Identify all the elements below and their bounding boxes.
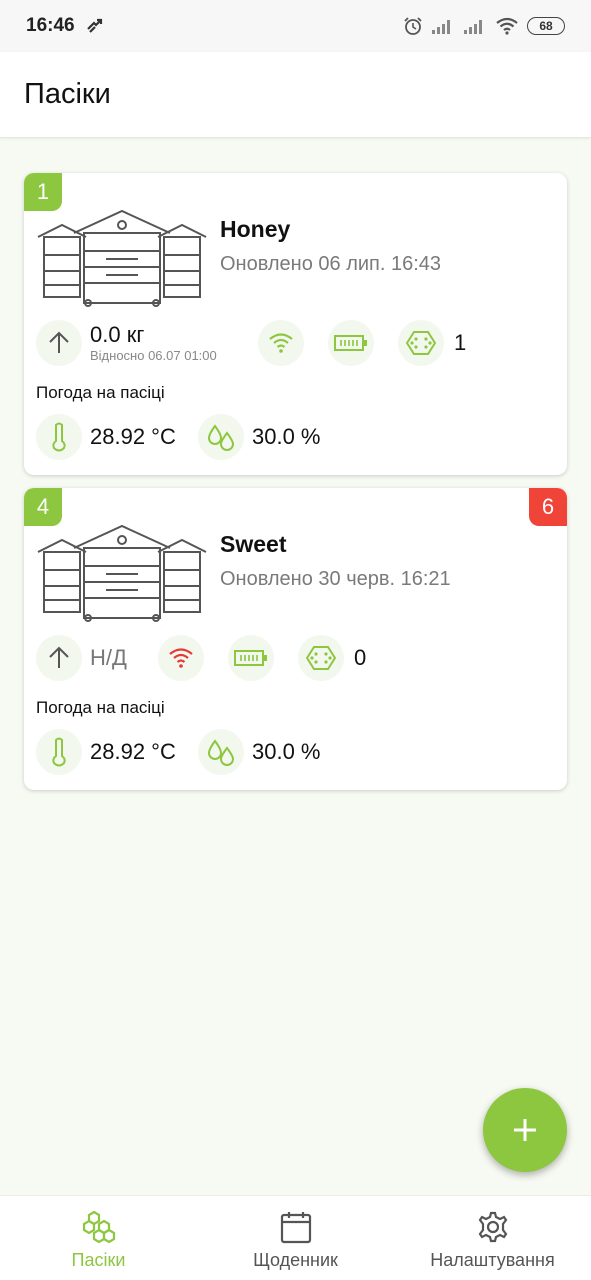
- thermometer-icon: [36, 414, 82, 460]
- nav-label: Пасіки: [71, 1250, 126, 1270]
- battery-status-icon: [228, 635, 274, 681]
- nav-settings[interactable]: Налаштування: [394, 1196, 591, 1280]
- apiary-updated-time: Оновлено 06 лип. 16:43: [220, 253, 442, 275]
- humidity-value: 30.0 %: [252, 739, 321, 764]
- hive-count: 0: [354, 645, 367, 670]
- temperature-value: 28.92 °C: [90, 739, 176, 764]
- weight-value: Н/Д: [90, 645, 127, 670]
- plus-icon: [514, 1119, 536, 1141]
- signal-icon-2: [464, 20, 482, 34]
- weight-change-icon: [36, 320, 82, 366]
- wifi-error-icon: [158, 635, 204, 681]
- bottom-navigation: Пасіки Щоденник Налаштування: [0, 1195, 591, 1280]
- apiary-metrics-row: Н/Д 0: [36, 634, 555, 682]
- weather-row: 28.92 °C 30.0 %: [36, 728, 555, 776]
- thermometer-icon: [36, 729, 82, 775]
- alert-count-badge: 6: [529, 488, 567, 526]
- hive-count: 1: [454, 330, 467, 355]
- nav-label: Щоденник: [253, 1250, 338, 1270]
- battery-indicator: 68: [527, 17, 565, 35]
- hive-count-icon: [298, 635, 344, 681]
- weight-change-icon: [36, 635, 82, 681]
- apiary-number-badge: 4: [24, 488, 62, 526]
- app-bar: Пасіки: [0, 52, 591, 138]
- weather-title: Погода на пасіці: [36, 383, 165, 402]
- apiary-card-sweet[interactable]: 4 6 Sweet Оновлено 30 черв. 16:21 Н/Д 0 …: [24, 488, 567, 790]
- signal-icon: [432, 20, 450, 34]
- apiary-card-honey[interactable]: 1 Honey Оновлено 06 лип. 16:43 0.0 кг Ві…: [24, 173, 567, 475]
- apiary-updated-time: Оновлено 30 черв. 16:21: [220, 568, 451, 590]
- honeycomb-icon: [82, 1210, 115, 1244]
- gear-icon: [478, 1211, 507, 1243]
- battery-status-icon: [328, 320, 374, 366]
- add-apiary-button[interactable]: [483, 1088, 567, 1172]
- wifi-status-icon: [258, 320, 304, 366]
- weight-value: 0.0 кг: [90, 322, 145, 347]
- apiary-illustration: [37, 524, 207, 622]
- humidity-icon: [198, 414, 244, 460]
- weather-title: Погода на пасіці: [36, 698, 165, 717]
- temperature-value: 28.92 °C: [90, 424, 176, 449]
- hive-count-icon: [398, 320, 444, 366]
- transfer-icon: [86, 18, 102, 33]
- nav-diary[interactable]: Щоденник: [197, 1196, 394, 1280]
- weight-relative: Відносно 06.07 01:00: [90, 348, 217, 363]
- status-bar: 16:46 68: [0, 0, 591, 52]
- wifi-icon: [496, 17, 518, 35]
- apiary-name: Sweet: [220, 531, 287, 557]
- weather-row: 28.92 °C 30.0 %: [36, 413, 555, 461]
- humidity-value: 30.0 %: [252, 424, 321, 449]
- apiary-number-badge: 1: [24, 173, 62, 211]
- apiary-illustration: [37, 209, 207, 307]
- humidity-icon: [198, 729, 244, 775]
- apiary-metrics-row: 0.0 кг Відносно 06.07 01:00 1: [36, 319, 555, 367]
- nav-label: Налаштування: [430, 1250, 555, 1270]
- status-time: 16:46: [26, 15, 75, 36]
- nav-apiaries[interactable]: Пасіки: [0, 1196, 197, 1280]
- calendar-icon: [280, 1212, 311, 1244]
- apiary-name: Honey: [220, 216, 291, 242]
- alarm-icon: [404, 17, 422, 35]
- page-title: Пасіки: [24, 78, 111, 110]
